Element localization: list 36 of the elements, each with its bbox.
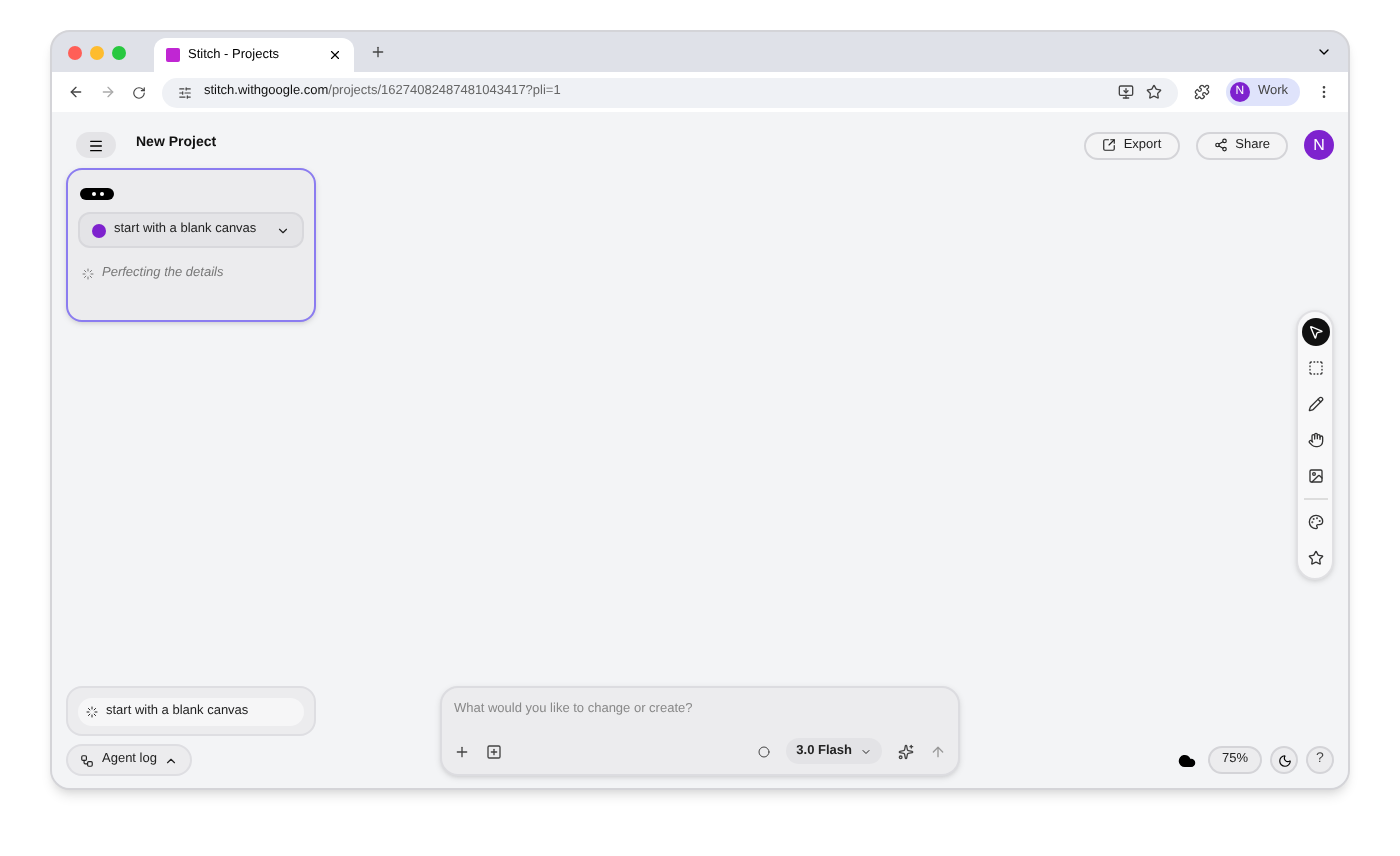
palette-icon (1307, 513, 1323, 529)
attach-icon[interactable] (486, 743, 502, 759)
circle-icon[interactable] (758, 745, 771, 757)
marquee-icon (1307, 359, 1323, 375)
reload-icon[interactable] (132, 85, 146, 99)
bookmark-icon[interactable] (1145, 84, 1162, 100)
moon-icon (1277, 753, 1291, 767)
hand-icon (1307, 431, 1323, 447)
add-icon[interactable] (454, 743, 470, 759)
spinner-icon (82, 267, 94, 280)
select-icon (1307, 323, 1323, 339)
theme-button[interactable] (1270, 746, 1298, 774)
share-icon (1213, 138, 1228, 152)
export-icon (1101, 138, 1116, 152)
chevron-up-icon (164, 753, 179, 767)
dots-icon (80, 188, 114, 200)
tab-list-icon[interactable] (1316, 44, 1332, 60)
chevron-down-icon (276, 223, 290, 237)
cloud-icon[interactable] (1177, 751, 1196, 769)
install-icon[interactable] (1117, 84, 1134, 100)
menu-icon (88, 137, 104, 153)
pencil-icon (1307, 395, 1323, 411)
user-avatar[interactable]: N (1304, 130, 1334, 160)
extensions-icon[interactable] (1193, 84, 1210, 100)
spinner-icon (86, 705, 98, 717)
back-icon[interactable] (68, 84, 84, 100)
star-icon (1307, 549, 1323, 565)
chevron-down-icon (860, 745, 872, 757)
close-icon[interactable] (328, 48, 342, 62)
new-tab-icon[interactable] (370, 44, 386, 60)
select-tool[interactable] (1301, 317, 1329, 345)
menu-button[interactable] (76, 132, 116, 158)
image-icon (1307, 467, 1323, 483)
favicon-icon (166, 48, 180, 62)
sparkle-icon[interactable] (898, 743, 914, 759)
site-settings-icon[interactable] (178, 85, 192, 99)
